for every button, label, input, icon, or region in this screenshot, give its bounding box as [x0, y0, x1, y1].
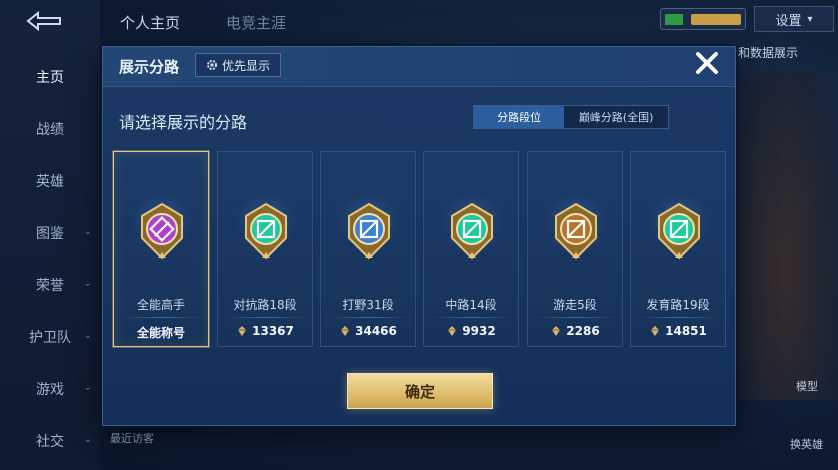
purple-emblem-icon	[141, 202, 183, 260]
lane-score-icon	[448, 326, 457, 336]
tab-lane-rank[interactable]: 分路段位	[474, 106, 565, 128]
lane-score: 2286	[528, 324, 622, 338]
dragon-emblem-icon	[348, 202, 390, 260]
sidebar-item-collection[interactable]: 图鉴 ⌄	[0, 218, 100, 248]
lane-display-dialog: 展示分路 优先显示 请选择展示的分路 分路段位 巅峰分路(全国) 全能高手全能称…	[102, 46, 736, 426]
sidebar-item-social[interactable]: 社交 ⌄	[0, 426, 100, 456]
lane-rank-label: 发育路19段	[646, 298, 710, 312]
chevron-down-icon: ⌄	[83, 382, 92, 393]
card-divider	[122, 317, 202, 318]
confirm-button[interactable]: 确定	[347, 373, 493, 409]
lane-rank-label: 全能高手	[136, 298, 185, 312]
switch-hero-label[interactable]: 换英雄	[790, 436, 823, 452]
sidebar-item-record[interactable]: 战绩	[0, 114, 100, 144]
teal-emblem-icon	[245, 202, 287, 260]
sidebar-item-heroes[interactable]: 英雄	[0, 166, 100, 196]
card-divider	[329, 317, 409, 318]
chevron-down-icon: ⌄	[83, 330, 92, 341]
sidebar-item-label: 战绩	[36, 122, 64, 138]
lane-score: 9932	[424, 324, 518, 338]
lane-rank-label: 打野31段	[342, 298, 394, 312]
priority-display-button[interactable]: 优先显示	[195, 53, 281, 77]
sidebar-item-label: 主页	[36, 70, 64, 86]
tab-profile[interactable]: 个人主页	[120, 12, 180, 33]
lane-score: 13367	[218, 324, 312, 338]
lane-score-value: 14851	[665, 324, 707, 338]
dialog-header: 展示分路 优先显示	[103, 47, 735, 87]
teal-emblem-icon	[451, 202, 493, 260]
lane-score-value: 2286	[566, 324, 600, 338]
lane-card[interactable]: 发育路19段 14851	[630, 151, 726, 347]
settings-label: 设置	[775, 13, 802, 29]
close-icon[interactable]	[692, 48, 722, 78]
recent-visitors-label: 最近访客	[110, 432, 154, 445]
sidebar-item-label: 荣誉	[36, 278, 64, 294]
lane-card[interactable]: 中路14段 9932	[423, 151, 519, 347]
tab-esports[interactable]: 电竞主涯	[226, 12, 286, 33]
card-divider	[639, 317, 719, 318]
lane-score-icon	[651, 326, 660, 336]
lane-score-icon	[341, 326, 350, 336]
gear-icon	[206, 60, 217, 70]
lane-card[interactable]: 对抗路18段 13367	[217, 151, 313, 347]
sidebar-item-label: 社交	[36, 434, 64, 450]
lane-rank-label: 对抗路18段	[233, 298, 297, 312]
lane-card[interactable]: 打野31段 34466	[320, 151, 416, 347]
model-label[interactable]: 模型	[796, 378, 818, 394]
lane-score: 14851	[631, 324, 725, 338]
lane-score-value: 34466	[355, 324, 397, 338]
dialog-subtitle: 请选择展示的分路	[119, 113, 248, 132]
bronze-emblem-icon	[555, 202, 597, 260]
sidebar-item-guard[interactable]: 护卫队 ⌄	[0, 322, 100, 352]
lane-score-value: 全能称号	[136, 326, 185, 340]
back-arrow-icon[interactable]	[24, 10, 64, 32]
sidebar-item-home[interactable]: 主页	[0, 62, 100, 92]
tab-peak-lane[interactable]: 巅峰分路(全国)	[564, 106, 668, 128]
lane-score-value: 13367	[252, 324, 294, 338]
teal-emblem-icon	[658, 202, 700, 260]
lane-card[interactable]: 全能高手 全能称号	[113, 151, 209, 347]
card-divider	[536, 317, 616, 318]
chevron-down-icon: ⌄	[83, 434, 92, 445]
card-divider	[226, 317, 306, 318]
sidebar-item-label: 护卫队	[29, 330, 71, 346]
lane-score: 全能称号	[114, 324, 208, 341]
priority-display-label: 优先显示	[221, 58, 270, 73]
lane-card[interactable]: 游走5段 2286	[527, 151, 623, 347]
hero-scenery	[730, 70, 838, 400]
lane-rank-label: 游走5段	[553, 298, 597, 312]
rank-badge	[660, 8, 746, 30]
settings-button[interactable]: 设置 ▾	[754, 6, 834, 32]
sidebar-item-label: 英雄	[36, 174, 64, 190]
sidebar-item-label: 游戏	[36, 382, 64, 398]
lane-score-value: 9932	[462, 324, 496, 338]
sidebar-item-game[interactable]: 游戏 ⌄	[0, 374, 100, 404]
sidebar-item-label: 图鉴	[36, 226, 64, 242]
sidebar-item-honor[interactable]: 荣誉 ⌄	[0, 270, 100, 300]
chevron-down-icon: ⌄	[83, 226, 92, 237]
dialog-title: 展示分路	[119, 58, 180, 76]
lane-mode-toggle: 分路段位 巅峰分路(全国)	[473, 105, 669, 129]
lane-score: 34466	[321, 324, 415, 338]
lane-rank-label: 中路14段	[445, 298, 497, 312]
card-divider	[432, 317, 512, 318]
lane-score-icon	[238, 326, 247, 336]
chevron-down-icon: ⌄	[83, 278, 92, 289]
data-display-text: 和数据展示	[738, 46, 799, 60]
chevron-down-icon: ▾	[807, 13, 813, 25]
lane-score-icon	[552, 326, 561, 336]
